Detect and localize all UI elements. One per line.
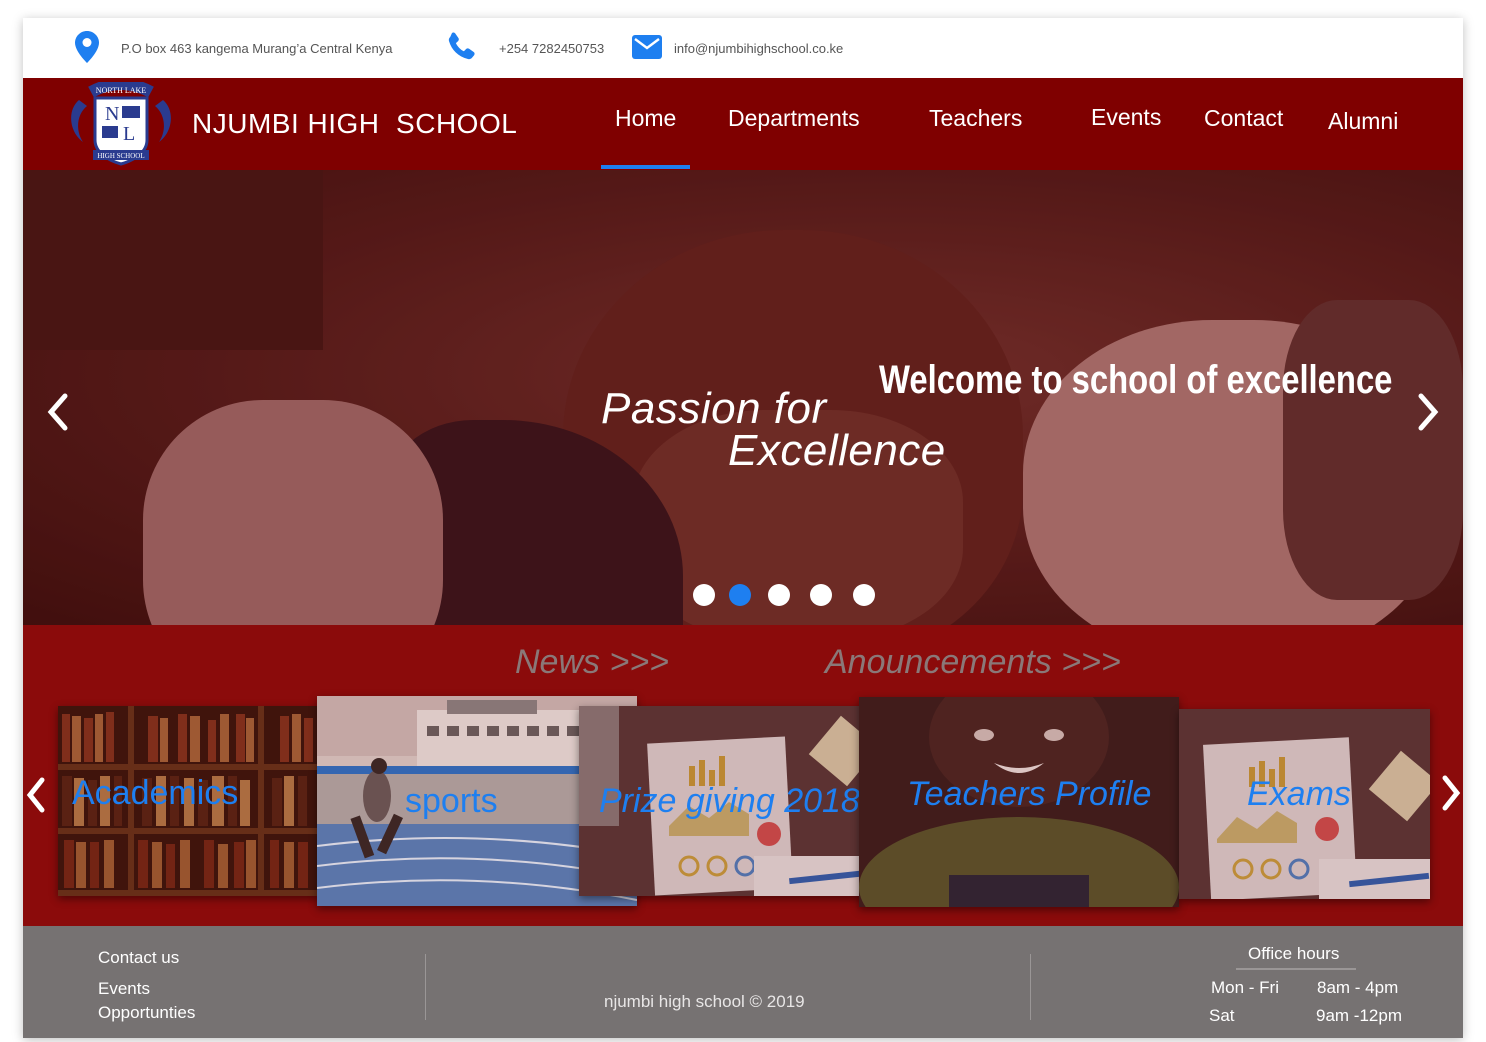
site-footer: Contact us Events Opportunties njumbi hi… [23,926,1463,1038]
announcements-link[interactable]: Anouncements >>> [825,643,1121,682]
footer-divider [1030,954,1031,1020]
school-logo[interactable]: NORTH LAKE N L HIGH SCHOOL [65,78,177,168]
chevron-right-icon [1442,775,1461,811]
hero-tagline-line2: Excellence [728,426,946,475]
hero-welcome-heading: Welcome to school of excellence [879,358,1393,402]
carousel-indicators [693,584,883,608]
card-exams[interactable]: Exams [1179,709,1430,899]
hero-tagline-line1: Passion for [601,384,827,433]
hero-next-arrow[interactable] [1415,392,1441,437]
phone-text: +254 7282450753 [499,40,605,56]
carousel-dot-3[interactable] [768,584,790,606]
contact-bar: P.O box 463 kangema Murang’a Central Ken… [23,18,1463,78]
chevron-right-icon [1418,393,1439,431]
footer-link-opportunities[interactable]: Opportunties [98,1003,195,1023]
school-name[interactable]: NJUMBI HIGH SCHOOL [192,108,517,140]
nav-home[interactable]: Home [615,105,676,132]
carousel-dot-5[interactable] [853,584,875,606]
card-academics-label: Academics [72,774,239,812]
office-hours-days: Mon - Fri [1211,978,1279,997]
nav-departments[interactable]: Departments [728,105,860,132]
carousel-dot-4[interactable] [810,584,832,606]
nav-contact[interactable]: Contact [1204,105,1283,132]
hero-prev-arrow[interactable] [45,392,71,437]
card-prize-giving[interactable]: Prize giving 2018 [579,706,879,896]
logo-text-top: NORTH LAKE [96,86,147,95]
office-hours-time: 9am -12pm [1316,1006,1402,1025]
footer-copyright: njumbi high school © 2019 [604,992,805,1011]
card-prize-giving-label: Prize giving 2018 [599,782,860,820]
svg-text:N: N [105,103,119,125]
chevron-left-icon [47,393,68,431]
card-teachers-profile-label: Teachers Profile [907,775,1152,813]
svg-text:L: L [123,123,135,145]
email-text: info@njumbihighschool.co.ke [674,40,844,56]
chevron-left-icon [26,777,45,813]
office-hours-time: 8am - 4pm [1317,978,1399,997]
cards-prev-arrow[interactable] [25,777,47,818]
office-hours-title: Office hours [1248,944,1340,963]
nav-alumni[interactable]: Alumni [1328,108,1398,135]
address-text: P.O box 463 kangema Murang’a Central Ken… [121,40,393,56]
footer-divider [425,954,426,1020]
footer-link-events[interactable]: Events [98,979,150,999]
office-hours-days: Sat [1209,1006,1235,1025]
nav-events[interactable]: Events [1091,104,1161,131]
card-teachers-profile[interactable]: Teachers Profile [859,697,1179,907]
active-nav-indicator [601,165,690,169]
content-band: News >>> Anouncements >>> Academics spor… [23,625,1463,926]
location-pin-icon [75,30,99,66]
email-item[interactable]: info@njumbihighschool.co.ke [632,18,843,78]
site-header: NORTH LAKE N L HIGH SCHOOL NJUMBI HIGH S… [23,78,1463,170]
footer-link-contact[interactable]: Contact us [98,948,179,968]
logo-text-bottom: HIGH SCHOOL [97,152,144,160]
card-exams-label: Exams [1247,775,1351,813]
phone-icon [445,31,477,66]
office-hours-underline [1236,968,1356,970]
hero-carousel: Welcome to school of excellence Passion … [23,170,1463,625]
phone-item[interactable]: +254 7282450753 [445,18,604,78]
card-sports-label: sports [405,782,498,820]
carousel-dot-1[interactable] [693,584,715,606]
page: P.O box 463 kangema Murang’a Central Ken… [23,18,1463,1038]
news-link[interactable]: News >>> [515,643,669,682]
carousel-dot-2[interactable] [729,584,751,606]
address-item: P.O box 463 kangema Murang’a Central Ken… [75,18,392,78]
cards-next-arrow[interactable] [1440,775,1462,816]
card-academics[interactable]: Academics [58,706,320,896]
mail-icon [632,34,662,62]
nav-teachers[interactable]: Teachers [929,105,1022,132]
